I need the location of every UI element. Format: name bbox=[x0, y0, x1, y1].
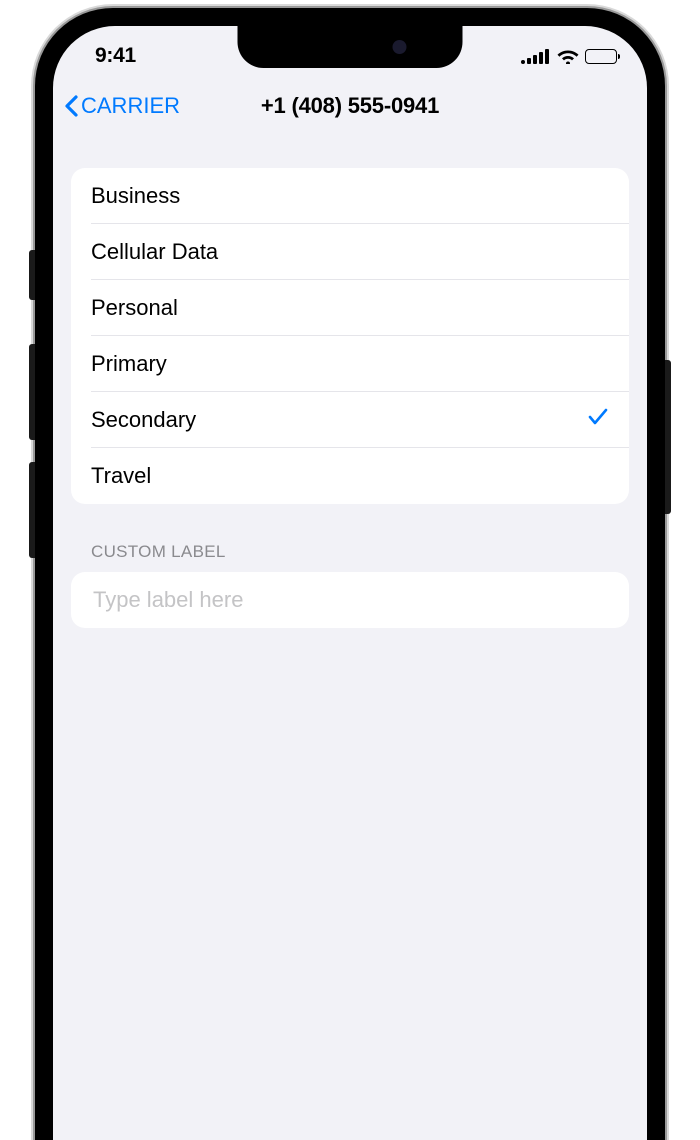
label-option-cellular-data[interactable]: Cellular Data bbox=[71, 224, 629, 280]
navigation-bar: CARRIER +1 (408) 555-0941 bbox=[53, 78, 647, 134]
status-time: 9:41 bbox=[95, 44, 136, 68]
custom-label-header: CUSTOM LABEL bbox=[71, 504, 629, 572]
checkmark-icon bbox=[587, 406, 609, 434]
volume-down-button bbox=[29, 462, 35, 558]
power-button bbox=[665, 360, 671, 514]
wifi-icon bbox=[557, 48, 579, 64]
label-option-text: Travel bbox=[91, 463, 151, 489]
label-option-text: Business bbox=[91, 183, 180, 209]
notch bbox=[238, 26, 463, 68]
label-option-text: Personal bbox=[91, 295, 178, 321]
back-button[interactable]: CARRIER bbox=[63, 93, 180, 119]
label-option-personal[interactable]: Personal bbox=[71, 280, 629, 336]
phone-device-frame: 9:41 bbox=[0, 0, 700, 1140]
back-button-label: CARRIER bbox=[81, 93, 180, 119]
label-option-text: Cellular Data bbox=[91, 239, 218, 265]
chevron-left-icon bbox=[63, 94, 79, 118]
volume-up-button bbox=[29, 344, 35, 440]
cellular-signal-icon bbox=[521, 49, 549, 64]
label-option-text: Primary bbox=[91, 351, 167, 377]
label-option-travel[interactable]: Travel bbox=[71, 448, 629, 504]
label-option-business[interactable]: Business bbox=[71, 168, 629, 224]
label-options-list: Business Cellular Data Personal Primary … bbox=[71, 168, 629, 504]
label-option-primary[interactable]: Primary bbox=[71, 336, 629, 392]
battery-icon bbox=[585, 49, 617, 64]
mute-switch bbox=[29, 250, 35, 300]
custom-label-input[interactable] bbox=[91, 586, 609, 614]
page-title: +1 (408) 555-0941 bbox=[261, 93, 439, 119]
label-option-secondary[interactable]: Secondary bbox=[71, 392, 629, 448]
label-option-text: Secondary bbox=[91, 407, 196, 433]
